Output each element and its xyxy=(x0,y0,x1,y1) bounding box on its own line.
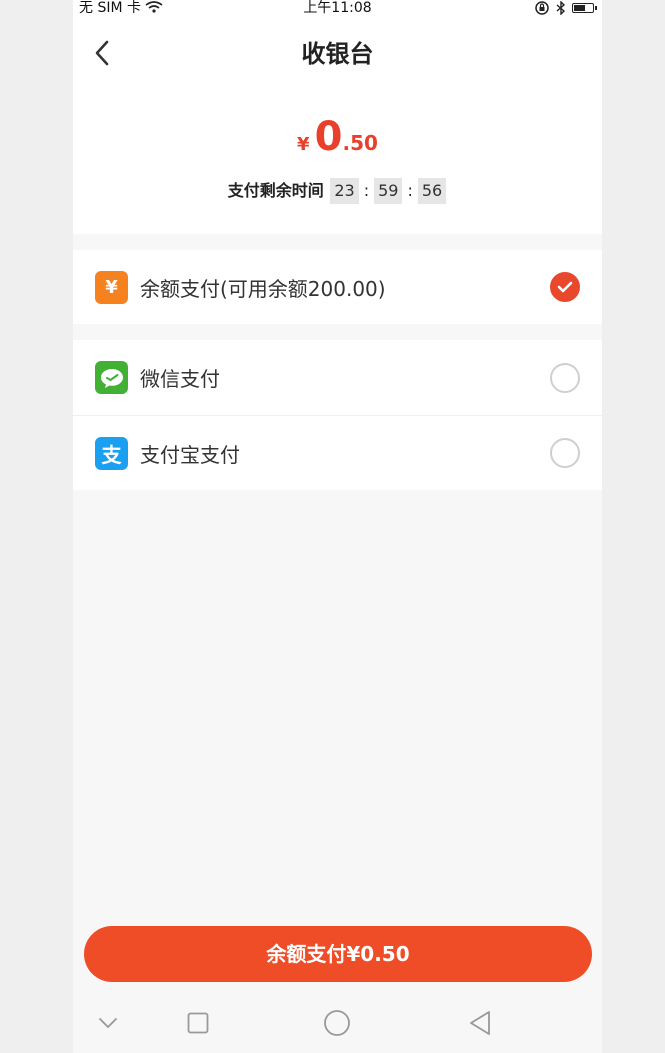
countdown-separator: : xyxy=(407,181,413,200)
unselected-radio[interactable] xyxy=(550,362,580,393)
amount-decimal: .50 xyxy=(342,131,378,155)
system-nav-bar xyxy=(73,992,602,1053)
triangle-back-icon xyxy=(470,1011,490,1035)
nav-home-button[interactable] xyxy=(322,1008,352,1038)
payment-option-label: 支付宝支付 xyxy=(140,442,240,467)
pay-button[interactable]: 余额支付¥0.50 xyxy=(84,926,592,982)
countdown-minutes: 59 xyxy=(374,178,403,204)
nav-back-button[interactable] xyxy=(465,1008,495,1038)
battery-icon xyxy=(572,3,597,13)
unselected-radio[interactable] xyxy=(550,438,580,468)
circle-icon xyxy=(324,1010,350,1036)
selected-radio[interactable] xyxy=(550,272,580,302)
payment-amount: ¥ 0.50 xyxy=(73,114,602,160)
balance-yen-icon: ¥ xyxy=(95,270,128,304)
wechat-icon xyxy=(95,361,128,394)
alipay-icon: 支 xyxy=(95,436,128,470)
payment-option-wechat[interactable]: 微信支付 xyxy=(73,340,602,416)
payment-countdown: 支付剩余时间 23:59:56 xyxy=(73,178,602,204)
payment-option-alipay[interactable]: 支 支付宝支付 xyxy=(73,416,602,490)
page-title: 收银台 xyxy=(301,40,374,68)
payment-option-label: 余额支付(可用余额200.00) xyxy=(140,276,386,301)
square-icon xyxy=(187,1012,209,1034)
payment-option-label: 微信支付 xyxy=(140,367,220,391)
countdown-separator: : xyxy=(363,181,370,200)
rotation-lock-icon xyxy=(535,1,549,15)
amount-integer: 0 xyxy=(314,114,343,160)
nav-recents-button[interactable] xyxy=(183,1008,213,1038)
status-time: 上午11:08 xyxy=(303,0,372,16)
status-icons xyxy=(534,0,597,16)
wechat-bubble-icon xyxy=(100,368,123,388)
checkmark-icon xyxy=(557,281,573,293)
countdown-label: 支付剩余时间 xyxy=(227,181,324,200)
chevron-down-icon xyxy=(99,1018,117,1029)
currency-symbol: ¥ xyxy=(297,134,310,155)
balance-icon-glyph: ¥ xyxy=(105,276,118,298)
phone-screen: 无 SIM 卡 上午11:08 收银台 ¥ 0.50 支付剩余时间 23: 5… xyxy=(73,0,602,1053)
nav-collapse-button[interactable] xyxy=(93,1008,123,1038)
countdown-seconds: 56 xyxy=(417,178,447,204)
alipay-icon-glyph: 支 xyxy=(101,442,122,467)
countdown-hours: 23 xyxy=(330,178,359,204)
status-bar: 无 SIM 卡 上午11:08 xyxy=(73,0,602,18)
payment-option-balance[interactable]: ¥ 余额支付(可用余额200.00) xyxy=(73,250,602,324)
bluetooth-icon xyxy=(556,1,566,15)
checkout-header: 收银台 ¥ 0.50 支付剩余时间 23:59:56 xyxy=(73,18,602,234)
